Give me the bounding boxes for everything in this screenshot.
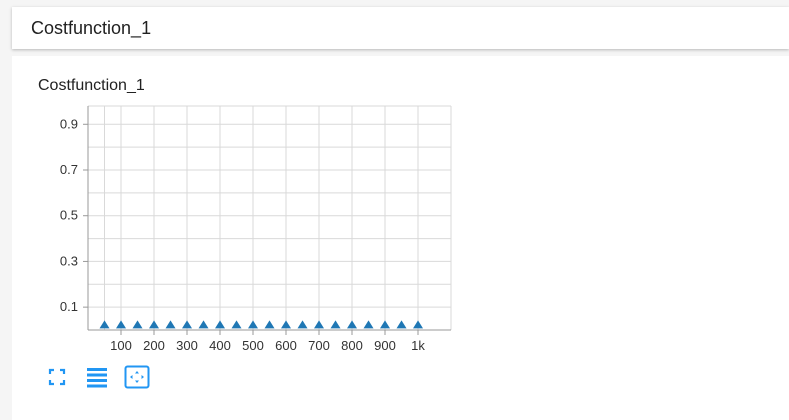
header-title: Costfunction_1 [31, 18, 152, 38]
data-point-marker [116, 320, 126, 329]
data-point-marker [380, 320, 390, 329]
y-tick-label: 0.5 [60, 208, 78, 223]
data-point-marker [198, 320, 209, 329]
data-point-marker [297, 320, 308, 329]
data-point-marker [215, 320, 225, 329]
x-tick-label: 300 [176, 338, 198, 353]
data-point-marker [347, 320, 357, 329]
data-point-marker [314, 320, 324, 329]
fit-domain-button[interactable] [48, 368, 66, 386]
scalar-chart[interactable]: 0.1 0.3 0.5 0.7 0.9 100 200 300 400 500 600 700 800 9… [12, 56, 789, 356]
data-point-marker [363, 320, 374, 329]
zoom-selection-icon [124, 365, 150, 389]
data-point-marker [330, 320, 341, 329]
x-tick-label: 1k [411, 338, 425, 353]
data-point-marker [149, 320, 159, 329]
x-tick-label: 800 [341, 338, 363, 353]
zoom-selection-button[interactable] [124, 365, 150, 389]
list-icon [87, 368, 107, 388]
data-point-marker [99, 320, 110, 329]
x-tick-label: 700 [308, 338, 330, 353]
data-point-marker [281, 320, 291, 329]
fit-screen-icon [48, 368, 66, 386]
x-tick-label: 900 [374, 338, 396, 353]
toggle-list-button[interactable] [86, 366, 108, 388]
data-point-marker [396, 320, 407, 329]
x-tick-label: 600 [275, 338, 297, 353]
x-tick-label: 100 [110, 338, 132, 353]
data-point-marker [182, 320, 192, 329]
data-point-marker [231, 320, 242, 329]
x-tick-label: 500 [242, 338, 264, 353]
y-tick-label: 0.3 [60, 253, 78, 268]
x-tick-label: 400 [209, 338, 231, 353]
data-point-marker [248, 320, 258, 329]
run-header: Costfunction_1 [12, 7, 789, 49]
y-tick-label: 0.1 [60, 299, 78, 314]
data-point-marker [132, 320, 143, 329]
y-tick-label: 0.9 [60, 116, 78, 131]
chart-card: Costfunction_1 0.1 0.3 0.5 0.7 0.9 100 200 300 4… [12, 56, 789, 420]
data-point-marker [165, 320, 176, 329]
x-tick-label: 200 [143, 338, 165, 353]
data-point-marker [264, 320, 275, 329]
y-tick-label: 0.7 [60, 162, 78, 177]
data-point-marker [413, 320, 423, 329]
